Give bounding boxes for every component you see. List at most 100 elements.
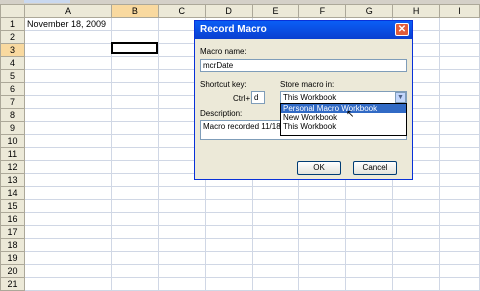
cell-e16[interactable] bbox=[251, 212, 300, 226]
cell-a17[interactable] bbox=[23, 225, 112, 239]
cell-f15[interactable] bbox=[298, 199, 347, 213]
cell-i16[interactable] bbox=[439, 212, 480, 226]
cell-i4[interactable] bbox=[439, 56, 480, 70]
cell-f21[interactable] bbox=[298, 277, 347, 291]
cell-h15[interactable] bbox=[392, 199, 441, 213]
column-header-f[interactable]: F bbox=[298, 4, 347, 18]
cell-e15[interactable] bbox=[251, 199, 300, 213]
row-header-15[interactable]: 15 bbox=[0, 199, 25, 213]
cell-a19[interactable] bbox=[23, 251, 112, 265]
column-header-i[interactable]: I bbox=[439, 4, 480, 18]
cell-e17[interactable] bbox=[251, 225, 300, 239]
cell-i17[interactable] bbox=[439, 225, 480, 239]
cell-e20[interactable] bbox=[251, 264, 300, 278]
cell-i10[interactable] bbox=[439, 134, 480, 148]
cell-b1[interactable] bbox=[110, 17, 159, 31]
cell-b11[interactable] bbox=[110, 147, 159, 161]
cancel-button[interactable]: Cancel bbox=[353, 161, 397, 175]
cell-d14[interactable] bbox=[204, 186, 253, 200]
column-header-a[interactable]: A bbox=[23, 4, 112, 18]
row-header-17[interactable]: 17 bbox=[0, 225, 25, 239]
close-icon[interactable]: ✕ bbox=[395, 23, 409, 36]
cell-i18[interactable] bbox=[439, 238, 480, 252]
cell-f14[interactable] bbox=[298, 186, 347, 200]
cell-e14[interactable] bbox=[251, 186, 300, 200]
cell-a5[interactable] bbox=[23, 69, 112, 83]
dropdown-option-personal[interactable]: Personal Macro Workbook bbox=[281, 104, 406, 113]
cell-a11[interactable] bbox=[23, 147, 112, 161]
row-header-19[interactable]: 19 bbox=[0, 251, 25, 265]
cell-d17[interactable] bbox=[204, 225, 253, 239]
cell-d19[interactable] bbox=[204, 251, 253, 265]
cell-b17[interactable] bbox=[110, 225, 159, 239]
cell-i7[interactable] bbox=[439, 95, 480, 109]
row-header-13[interactable]: 13 bbox=[0, 173, 25, 187]
cell-i19[interactable] bbox=[439, 251, 480, 265]
cell-g16[interactable] bbox=[345, 212, 394, 226]
cell-e21[interactable] bbox=[251, 277, 300, 291]
cell-a7[interactable] bbox=[23, 95, 112, 109]
row-header-3[interactable]: 3 bbox=[0, 43, 25, 57]
cell-c17[interactable] bbox=[157, 225, 206, 239]
cell-i15[interactable] bbox=[439, 199, 480, 213]
cell-d18[interactable] bbox=[204, 238, 253, 252]
cell-b13[interactable] bbox=[110, 173, 159, 187]
cell-b3[interactable] bbox=[110, 43, 159, 57]
cell-h16[interactable] bbox=[392, 212, 441, 226]
cell-b20[interactable] bbox=[110, 264, 159, 278]
cell-f19[interactable] bbox=[298, 251, 347, 265]
cell-g20[interactable] bbox=[345, 264, 394, 278]
cell-h14[interactable] bbox=[392, 186, 441, 200]
cell-f18[interactable] bbox=[298, 238, 347, 252]
cell-e19[interactable] bbox=[251, 251, 300, 265]
cell-b16[interactable] bbox=[110, 212, 159, 226]
cell-a4[interactable] bbox=[23, 56, 112, 70]
row-header-18[interactable]: 18 bbox=[0, 238, 25, 252]
cell-b14[interactable] bbox=[110, 186, 159, 200]
row-header-20[interactable]: 20 bbox=[0, 264, 25, 278]
cell-i2[interactable] bbox=[439, 30, 480, 44]
cell-a9[interactable] bbox=[23, 121, 112, 135]
cell-i9[interactable] bbox=[439, 121, 480, 135]
cell-a16[interactable] bbox=[23, 212, 112, 226]
cell-c15[interactable] bbox=[157, 199, 206, 213]
row-header-9[interactable]: 9 bbox=[0, 121, 25, 135]
cell-h17[interactable] bbox=[392, 225, 441, 239]
cell-c14[interactable] bbox=[157, 186, 206, 200]
cell-i3[interactable] bbox=[439, 43, 480, 57]
column-header-c[interactable]: C bbox=[157, 4, 206, 18]
cell-a1[interactable]: November 18, 2009 bbox=[23, 17, 112, 31]
cell-i20[interactable] bbox=[439, 264, 480, 278]
row-header-10[interactable]: 10 bbox=[0, 134, 25, 148]
cell-c21[interactable] bbox=[157, 277, 206, 291]
cell-e18[interactable] bbox=[251, 238, 300, 252]
cell-a15[interactable] bbox=[23, 199, 112, 213]
column-header-b[interactable]: B bbox=[110, 4, 159, 18]
cell-a13[interactable] bbox=[23, 173, 112, 187]
cell-b8[interactable] bbox=[110, 108, 159, 122]
row-header-2[interactable]: 2 bbox=[0, 30, 25, 44]
cell-a20[interactable] bbox=[23, 264, 112, 278]
dropdown-option-new[interactable]: New Workbook bbox=[281, 113, 406, 122]
row-header-4[interactable]: 4 bbox=[0, 56, 25, 70]
cell-i11[interactable] bbox=[439, 147, 480, 161]
row-header-16[interactable]: 16 bbox=[0, 212, 25, 226]
row-header-14[interactable]: 14 bbox=[0, 186, 25, 200]
cell-b19[interactable] bbox=[110, 251, 159, 265]
cell-d15[interactable] bbox=[204, 199, 253, 213]
cell-b4[interactable] bbox=[110, 56, 159, 70]
shortcut-key-input[interactable]: d bbox=[251, 91, 265, 104]
cell-i8[interactable] bbox=[439, 108, 480, 122]
cell-h21[interactable] bbox=[392, 277, 441, 291]
cell-f17[interactable] bbox=[298, 225, 347, 239]
cell-c18[interactable] bbox=[157, 238, 206, 252]
cell-i12[interactable] bbox=[439, 160, 480, 174]
column-header-g[interactable]: G bbox=[345, 4, 394, 18]
cell-b12[interactable] bbox=[110, 160, 159, 174]
cell-a8[interactable] bbox=[23, 108, 112, 122]
row-header-12[interactable]: 12 bbox=[0, 160, 25, 174]
cell-c20[interactable] bbox=[157, 264, 206, 278]
select-all-corner[interactable] bbox=[0, 4, 25, 18]
ok-button[interactable]: OK bbox=[297, 161, 341, 175]
cell-h20[interactable] bbox=[392, 264, 441, 278]
